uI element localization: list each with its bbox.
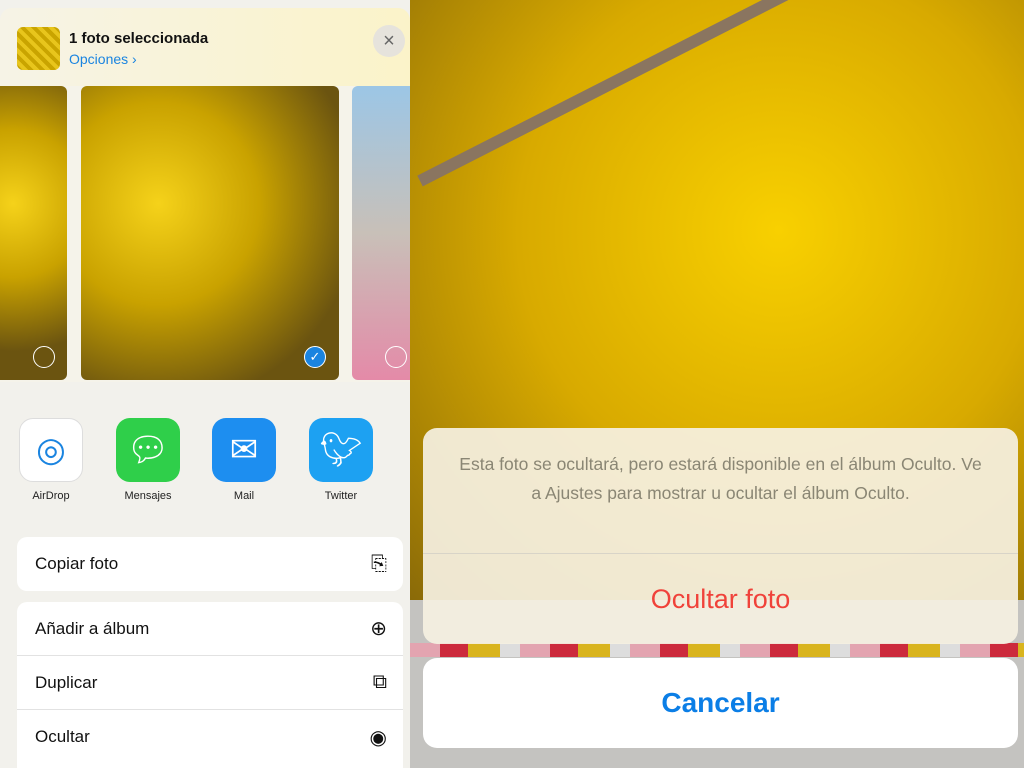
hide-photo-button[interactable]: Ocultar foto bbox=[423, 554, 1018, 644]
photo-branch bbox=[417, 0, 887, 187]
action-duplicar[interactable]: Duplicar ⧉ bbox=[17, 656, 403, 710]
thumbnail-strip bbox=[410, 643, 1024, 657]
share-title: 1 foto seleccionada bbox=[69, 30, 209, 47]
cancel-button[interactable]: Cancelar bbox=[423, 658, 1018, 748]
close-icon[interactable]: × bbox=[373, 25, 405, 57]
app-label: Mensajes bbox=[124, 490, 172, 502]
action-label: Ocultar bbox=[35, 727, 90, 746]
photo-strip[interactable]: ✓ bbox=[0, 86, 410, 382]
airdrop-icon: ◎ bbox=[19, 418, 83, 482]
photo-thumbnail[interactable] bbox=[0, 86, 67, 380]
app-label: Mail bbox=[233, 490, 255, 502]
hide-confirmation-sheet: Esta foto se ocultará, pero estará dispo… bbox=[423, 428, 1018, 644]
app-airdrop[interactable]: ◎ AirDrop bbox=[11, 418, 91, 502]
share-header: 1 foto seleccionada Opciones › × bbox=[0, 8, 410, 94]
unselected-circle-icon[interactable] bbox=[385, 346, 407, 368]
photo-thumbnail[interactable] bbox=[352, 86, 410, 380]
app-mensajes[interactable]: 💬︎ Mensajes bbox=[108, 418, 188, 502]
share-sheet: 1 foto seleccionada Opciones › × ✓ ◎ AirD… bbox=[0, 0, 410, 768]
selected-photo-thumbnail bbox=[17, 27, 60, 70]
alert-message: Esta foto se ocultará, pero estará dispo… bbox=[423, 428, 1018, 554]
twitter-icon: 🐦︎ bbox=[309, 418, 373, 482]
action-group: Añadir a álbum ⊕ Duplicar ⧉ Ocultar ◉ bbox=[17, 602, 403, 768]
copy-icon: ⎘ bbox=[371, 552, 387, 575]
checkmark-icon[interactable]: ✓ bbox=[304, 346, 326, 368]
app-mail[interactable]: ✉ Mail bbox=[204, 418, 284, 502]
action-label: Duplicar bbox=[35, 672, 98, 692]
add-to-album-icon: ⊕ bbox=[370, 618, 387, 640]
action-ocultar[interactable]: Ocultar ◉ bbox=[17, 710, 403, 764]
unselected-circle-icon[interactable] bbox=[33, 346, 55, 368]
action-label: Copiar foto bbox=[35, 554, 119, 573]
eye-slash-icon: ◉ bbox=[369, 726, 387, 749]
photo-thumbnail-selected[interactable]: ✓ bbox=[81, 86, 339, 380]
app-twitter[interactable]: 🐦︎ Twitter bbox=[301, 418, 381, 502]
action-group-copy: Copiar foto ⎘ bbox=[17, 537, 403, 591]
photo-view bbox=[410, 0, 1024, 768]
duplicate-icon: ⧉ bbox=[372, 671, 387, 693]
options-link[interactable]: Opciones › bbox=[69, 51, 137, 67]
action-anadir-album[interactable]: Añadir a álbum ⊕ bbox=[17, 602, 403, 656]
mail-icon: ✉ bbox=[212, 418, 276, 482]
app-label: AirDrop bbox=[32, 490, 70, 502]
messages-icon: 💬︎ bbox=[116, 418, 180, 482]
app-label: Twitter bbox=[324, 490, 358, 502]
action-copiar-foto[interactable]: Copiar foto ⎘ bbox=[17, 537, 403, 591]
action-label: Añadir a álbum bbox=[35, 618, 150, 638]
